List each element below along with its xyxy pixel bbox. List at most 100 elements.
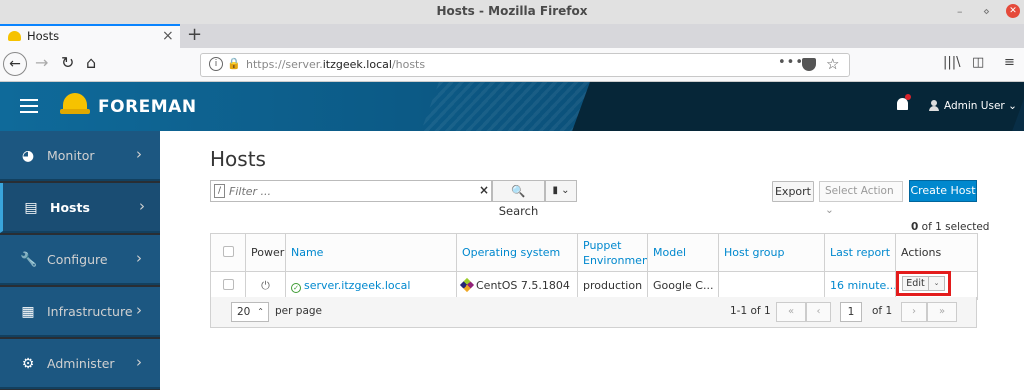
chevron-right-icon: › <box>136 353 142 371</box>
foreman-logo-icon[interactable] <box>60 93 90 115</box>
minimize-icon[interactable]: – <box>957 5 963 18</box>
row-select-cell <box>210 271 246 300</box>
power-status-icon: ⏻ <box>245 271 286 300</box>
close-window-icon[interactable]: ✕ <box>1006 4 1020 18</box>
sidebar-item-label: Configure <box>47 252 108 267</box>
home-icon[interactable]: ⌂ <box>86 53 96 72</box>
sidebar-item-label: Infrastructure <box>47 304 133 319</box>
environment-cell: production <box>577 271 648 300</box>
user-menu[interactable]: Admin User ⌄ <box>944 100 1017 112</box>
nav-toggle-icon[interactable] <box>20 99 38 113</box>
url-bar[interactable]: i 🔒 https://server.itzgeek.local/hosts •… <box>200 53 850 77</box>
first-page-button[interactable]: « <box>776 302 806 322</box>
sidebar-toggle-icon[interactable]: ◫ <box>972 55 984 70</box>
reload-icon[interactable]: ↻ <box>61 53 74 72</box>
column-model[interactable]: Model <box>647 233 719 272</box>
last-report-cell: 16 minute... <box>824 271 896 300</box>
new-tab-icon[interactable]: + <box>187 24 202 45</box>
tab-hosts[interactable]: Hosts × <box>0 24 180 48</box>
hamburger-menu-icon[interactable]: ≡ <box>1004 55 1015 70</box>
clear-search-icon[interactable]: × <box>479 183 489 197</box>
chevron-up-icon: ⌃ <box>257 307 264 316</box>
create-host-button[interactable]: Create Host <box>909 180 977 202</box>
chevron-right-icon: › <box>136 249 142 267</box>
back-icon[interactable]: ← <box>3 52 27 76</box>
foreman-favicon-icon <box>8 31 21 41</box>
prev-page-button[interactable]: ‹ <box>806 302 831 322</box>
pagination-range: 1-1 of 1 <box>730 305 771 317</box>
export-button[interactable]: Export <box>772 181 814 202</box>
chevron-right-icon: › <box>136 145 142 163</box>
bookmark-star-icon[interactable]: ☆ <box>826 55 839 73</box>
table-row: ⏻ ✓ server.itzgeek.local CentOS 7.5.1804 … <box>210 271 978 300</box>
select-all-checkbox[interactable] <box>222 245 234 257</box>
close-tab-icon[interactable]: × <box>162 28 174 44</box>
column-puppet-environment[interactable]: Puppet Environment <box>577 233 648 272</box>
os-value: CentOS 7.5.1804 <box>476 279 570 292</box>
sidebar-item-infrastructure[interactable]: ▦ Infrastructure › <box>0 287 160 337</box>
search-button[interactable]: 🔍 Search <box>492 180 545 218</box>
selected-count: 0 of 1 selected <box>911 221 989 233</box>
host-name-link[interactable]: server.itzgeek.local <box>304 279 410 292</box>
edit-button[interactable]: Edit <box>902 276 929 291</box>
bookmark-dropdown-button[interactable]: ▮ ⌄ <box>545 180 577 202</box>
host-group-cell <box>718 271 825 300</box>
pocket-icon[interactable] <box>802 58 816 71</box>
sidebar-item-administer[interactable]: ⚙ Administer › <box>0 339 160 389</box>
brand-name[interactable]: FOREMAN <box>98 97 197 117</box>
wrench-icon: 🔧 <box>20 252 38 268</box>
library-icon[interactable]: |||\ <box>943 55 961 70</box>
per-page-select[interactable]: 20 ⌃ <box>231 302 269 322</box>
chevron-right-icon: › <box>136 301 142 319</box>
search-button-label: Search <box>498 204 539 218</box>
row-checkbox[interactable] <box>222 278 234 290</box>
tab-label: Hosts <box>27 29 60 43</box>
select-all-header <box>210 233 246 272</box>
pagination-bar: 20 ⌃ per page 1-1 of 1 « ‹ 1 of 1 › » <box>210 297 977 328</box>
sidebar-item-label: Hosts <box>50 200 90 215</box>
gear-icon: ⚙ <box>21 356 35 372</box>
column-os[interactable]: Operating system <box>456 233 578 272</box>
column-host-group[interactable]: Host group <box>718 233 825 272</box>
search-box: / × <box>210 180 492 202</box>
info-icon[interactable]: i <box>209 57 223 71</box>
selected-number: 0 <box>911 221 919 233</box>
next-page-button[interactable]: › <box>901 302 927 322</box>
per-page-label: per page <box>275 305 323 317</box>
sidebar-item-configure[interactable]: 🔧 Configure › <box>0 235 160 285</box>
server-icon: ▤ <box>24 200 38 216</box>
last-page-button[interactable]: » <box>927 302 957 322</box>
select-action-dropdown[interactable]: Select Action ⌄ <box>819 181 903 216</box>
maximize-icon[interactable]: ⋄ <box>983 5 990 18</box>
table-header-row: Power Name Operating system Puppet Envir… <box>210 233 978 272</box>
sidebar-item-hosts[interactable]: ▤ Hosts › <box>0 183 160 233</box>
url-path: /hosts <box>391 58 426 71</box>
model-cell: Google C... <box>647 271 719 300</box>
sidebar-item-monitor[interactable]: ◕ Monitor › <box>0 131 160 181</box>
sidebar-item-label: Monitor <box>47 148 95 163</box>
column-name[interactable]: Name <box>285 233 457 272</box>
tab-strip: Hosts × + <box>0 24 1024 48</box>
column-last-report[interactable]: Last report <box>824 233 896 272</box>
search-input[interactable] <box>229 183 469 199</box>
url-domain: itzgeek.local <box>322 58 392 71</box>
selected-total: of 1 selected <box>921 221 990 233</box>
centos-icon <box>459 277 475 293</box>
edit-highlight: Edit ⌄ <box>896 271 951 296</box>
chevron-right-icon: › <box>139 197 145 215</box>
forward-icon[interactable]: → <box>35 53 48 72</box>
column-power: Power <box>245 233 286 272</box>
window-title: Hosts - Mozilla Firefox <box>436 4 588 18</box>
last-report-link[interactable]: 16 minute... <box>830 279 895 292</box>
dashboard-icon: ◕ <box>21 148 35 164</box>
page-number-input[interactable]: 1 <box>840 302 862 322</box>
window-titlebar: Hosts - Mozilla Firefox – ⋄ ✕ <box>0 0 1024 24</box>
page-actions-icon[interactable]: ••• <box>778 55 804 70</box>
os-cell: CentOS 7.5.1804 <box>456 271 578 300</box>
host-name-cell: ✓ server.itzgeek.local <box>285 271 457 300</box>
url-text[interactable]: https://server.itzgeek.local/hosts <box>246 58 425 71</box>
edit-dropdown-caret[interactable]: ⌄ <box>929 276 945 291</box>
sidebar-item-label: Administer <box>47 356 115 371</box>
per-page-value: 20 <box>237 306 251 318</box>
lock-icon[interactable]: 🔒 <box>227 57 241 70</box>
